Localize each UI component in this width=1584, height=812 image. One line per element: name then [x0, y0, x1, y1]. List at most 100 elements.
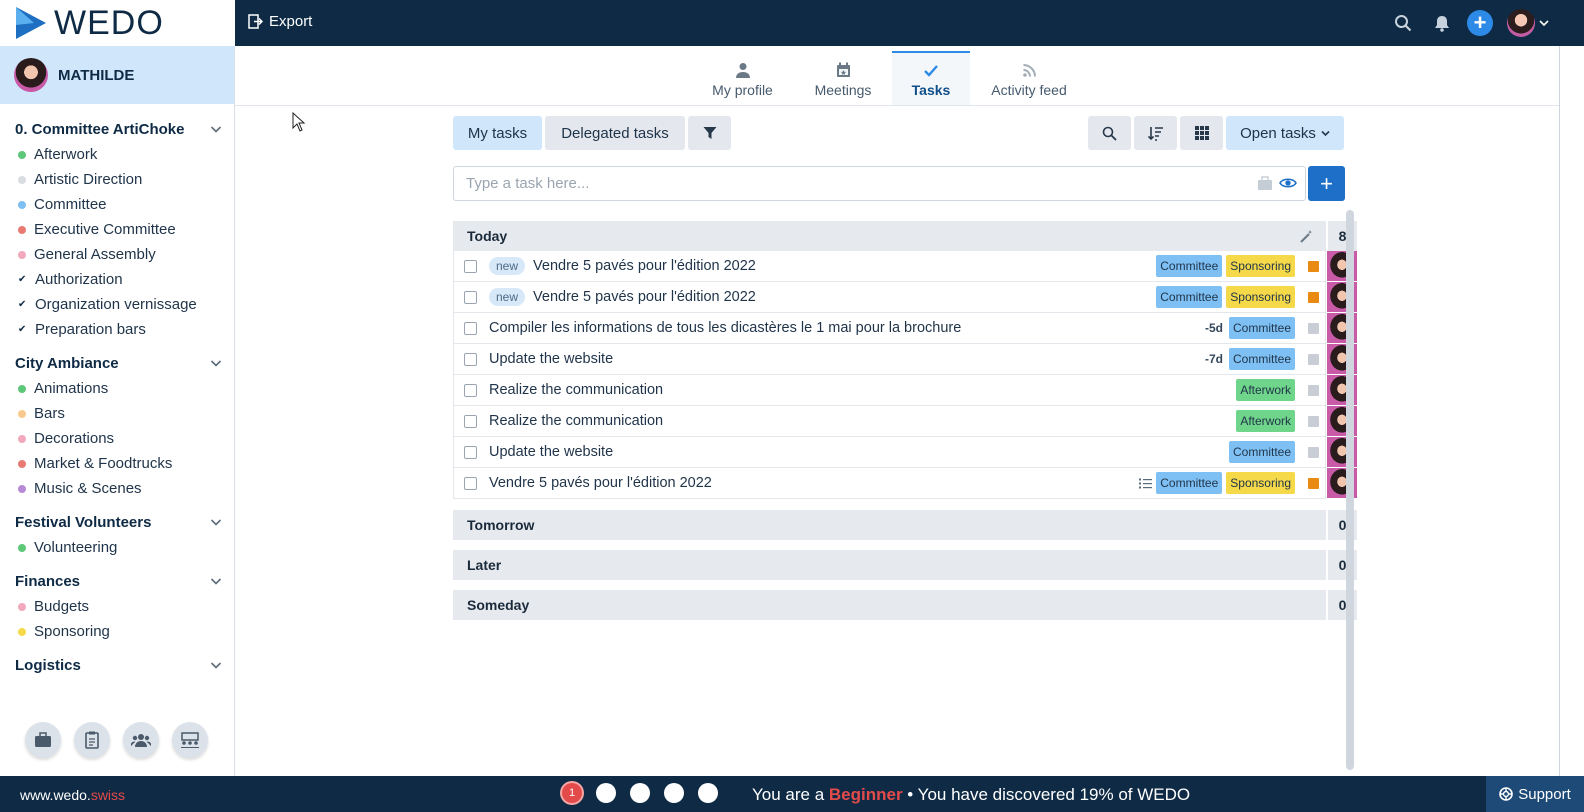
workspace-tag[interactable]: Sponsoring	[1226, 472, 1295, 494]
sidebar-item[interactable]: Budgets	[15, 594, 234, 619]
priority-indicator[interactable]	[1308, 353, 1319, 365]
workspace-tag[interactable]: Committee	[1156, 472, 1223, 494]
task-row[interactable]: Realize the communication Afterwork	[453, 375, 1326, 406]
tab-tasks[interactable]: Tasks	[892, 51, 970, 105]
magic-wand-icon[interactable]	[1300, 229, 1314, 243]
section-tomorrow[interactable]: Tomorrow	[453, 510, 1326, 540]
bell-icon[interactable]	[1429, 10, 1455, 36]
sidebar-group-header[interactable]: 0. Committee ArtiChoke	[15, 116, 234, 142]
task-row[interactable]: Realize the communication Afterwork	[453, 406, 1326, 437]
task-checkbox[interactable]	[464, 445, 477, 459]
onboarding-step[interactable]: 2	[596, 783, 616, 803]
section-later[interactable]: Later	[453, 550, 1326, 580]
chevron-down-icon[interactable]	[210, 516, 222, 528]
clipboard-icon[interactable]	[74, 722, 110, 758]
section-someday[interactable]: Someday	[453, 590, 1326, 620]
sidebar-item[interactable]: ✔ Organization vernissage	[15, 292, 234, 317]
workspace-tag[interactable]: Afterwork	[1236, 379, 1295, 401]
footer-site-link[interactable]: www.wedo.swiss	[20, 787, 125, 803]
workspace-tag[interactable]: Committee	[1156, 255, 1223, 277]
sidebar-item[interactable]: Music & Scenes	[15, 476, 234, 501]
chevron-down-icon[interactable]	[210, 123, 222, 135]
sidebar-group-header[interactable]: City Ambiance	[15, 350, 234, 376]
task-list-scrollbar[interactable]	[1346, 210, 1354, 770]
task-row[interactable]: Update the website -7d Committee	[453, 344, 1326, 375]
task-input[interactable]	[466, 167, 1246, 200]
my-tasks-button[interactable]: My tasks	[453, 116, 542, 150]
sidebar-group-header[interactable]: Finances	[15, 568, 234, 594]
sidebar-item[interactable]: Afterwork	[15, 142, 234, 167]
sidebar-item[interactable]: Animations	[15, 376, 234, 401]
chevron-down-icon[interactable]	[210, 659, 222, 671]
onboarding-step[interactable]: 4	[664, 783, 684, 803]
add-icon[interactable]: +	[1467, 10, 1493, 36]
sidebar-item[interactable]: Sponsoring	[15, 619, 234, 644]
logo[interactable]: WEDO	[0, 0, 235, 46]
sidebar-item[interactable]: Committee	[15, 192, 234, 217]
add-task-button[interactable]: +	[1308, 166, 1345, 201]
sidebar-item[interactable]: Bars	[15, 401, 234, 426]
grid-view-button[interactable]	[1180, 116, 1223, 150]
task-checkbox[interactable]	[464, 383, 477, 397]
task-row[interactable]: new Vendre 5 pavés pour l'édition 2022 Com…	[453, 282, 1326, 313]
sidebar-item[interactable]: Executive Committee	[15, 217, 234, 242]
section-today[interactable]: Today	[453, 221, 1326, 251]
sidebar-item[interactable]: ✔ Authorization	[15, 267, 234, 292]
search-tasks-button[interactable]	[1088, 116, 1131, 150]
priority-indicator[interactable]	[1308, 446, 1319, 458]
priority-indicator[interactable]	[1308, 322, 1319, 334]
priority-indicator[interactable]	[1308, 477, 1319, 489]
workspace-tag[interactable]: Committee	[1228, 317, 1295, 339]
task-row[interactable]: new Vendre 5 pavés pour l'édition 2022 Com…	[453, 251, 1326, 282]
sort-button[interactable]	[1134, 116, 1177, 150]
current-user[interactable]: MATHILDE	[0, 46, 234, 104]
task-checkbox[interactable]	[464, 290, 477, 304]
task-checkbox[interactable]	[464, 259, 477, 273]
task-checkbox[interactable]	[464, 476, 477, 490]
chevron-down-icon[interactable]	[210, 357, 222, 369]
search-icon[interactable]	[1390, 10, 1416, 36]
briefcase-icon[interactable]	[1257, 176, 1273, 191]
priority-indicator[interactable]	[1308, 384, 1319, 396]
delegated-tasks-button[interactable]: Delegated tasks	[545, 116, 685, 150]
tab-my-profile[interactable]: My profile	[705, 51, 780, 105]
briefcase-icon[interactable]	[25, 722, 61, 758]
workspace-tag[interactable]: Committee	[1228, 441, 1295, 463]
task-title[interactable]: Update the website	[489, 444, 1229, 460]
onboarding-step[interactable]: 5	[698, 783, 718, 803]
task-title[interactable]: Realize the communication	[489, 413, 1236, 429]
workspace-tag[interactable]: Committee	[1228, 348, 1295, 370]
priority-indicator[interactable]	[1308, 415, 1319, 427]
support-button[interactable]: Support	[1486, 776, 1584, 812]
onboarding-step[interactable]: 3	[630, 783, 650, 803]
sidebar-item[interactable]: Market & Foodtrucks	[15, 451, 234, 476]
people-icon[interactable]	[123, 722, 159, 758]
task-title[interactable]: Compiler les informations de tous les di…	[489, 320, 1205, 336]
sidebar-item[interactable]: Artistic Direction	[15, 167, 234, 192]
sidebar-item[interactable]: Decorations	[15, 426, 234, 451]
task-title[interactable]: Vendre 5 pavés pour l'édition 2022	[533, 289, 1156, 305]
task-checkbox[interactable]	[464, 352, 477, 366]
open-tasks-dropdown[interactable]: Open tasks	[1226, 116, 1344, 150]
export-button[interactable]: Export	[248, 13, 312, 30]
workspace-tag[interactable]: Committee	[1156, 286, 1223, 308]
sidebar-group-header[interactable]: Logistics	[15, 652, 234, 678]
user-menu[interactable]	[1507, 9, 1553, 37]
workspace-tag[interactable]: Sponsoring	[1226, 255, 1295, 277]
workspace-tag[interactable]: Sponsoring	[1226, 286, 1295, 308]
onboarding-step[interactable]: 1	[562, 783, 582, 803]
chevron-down-icon[interactable]	[210, 575, 222, 587]
task-row[interactable]: Vendre 5 pavés pour l'édition 2022 Commit…	[453, 468, 1326, 499]
task-title[interactable]: Vendre 5 pavés pour l'édition 2022	[533, 258, 1156, 274]
task-title[interactable]: Vendre 5 pavés pour l'édition 2022	[489, 475, 1139, 491]
priority-indicator[interactable]	[1308, 260, 1319, 272]
sidebar-item[interactable]: General Assembly	[15, 242, 234, 267]
sidebar-group-header[interactable]: Festival Volunteers	[15, 509, 234, 535]
workspace-tag[interactable]: Afterwork	[1236, 410, 1295, 432]
meeting-room-icon[interactable]	[172, 722, 208, 758]
tab-meetings[interactable]: Meetings	[807, 51, 879, 105]
task-checkbox[interactable]	[464, 414, 477, 428]
sidebar-item[interactable]: Volunteering	[15, 535, 234, 560]
task-checkbox[interactable]	[464, 321, 477, 335]
tab-activity-feed[interactable]: Activity feed	[985, 51, 1073, 105]
